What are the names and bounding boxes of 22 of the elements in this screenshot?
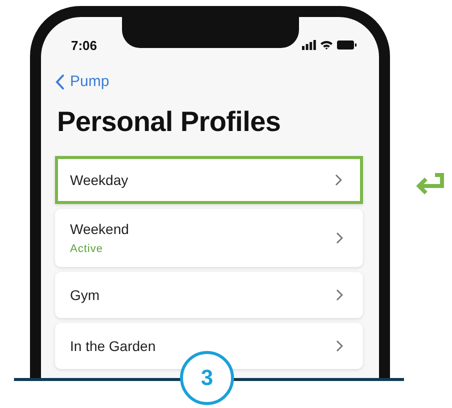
chevron-right-icon [336, 232, 343, 244]
profile-row[interactable]: In the Garden [55, 323, 363, 369]
wifi-icon [320, 40, 333, 50]
signal-icon [302, 40, 316, 50]
profile-name: Weekday [70, 172, 128, 188]
profile-name: Gym [70, 287, 100, 303]
chevron-right-icon [335, 174, 342, 186]
status-time: 7:06 [71, 38, 98, 52]
profile-row[interactable]: Weekend Active [55, 209, 363, 267]
profile-status: Active [70, 243, 104, 255]
profile-name: In the Garden [70, 338, 156, 354]
page-title: Personal Profiles [57, 106, 282, 138]
profile-row[interactable]: Gym [55, 272, 363, 318]
profile-name: Weekend [70, 221, 129, 237]
step-number: 3 [180, 351, 234, 405]
profile-row[interactable]: Weekday [55, 156, 363, 204]
return-arrow-icon [415, 173, 445, 195]
chevron-left-icon [55, 74, 65, 90]
chevron-right-icon [336, 289, 343, 301]
battery-icon [337, 40, 357, 50]
back-button[interactable]: Pump [55, 73, 110, 90]
chevron-right-icon [336, 340, 343, 352]
